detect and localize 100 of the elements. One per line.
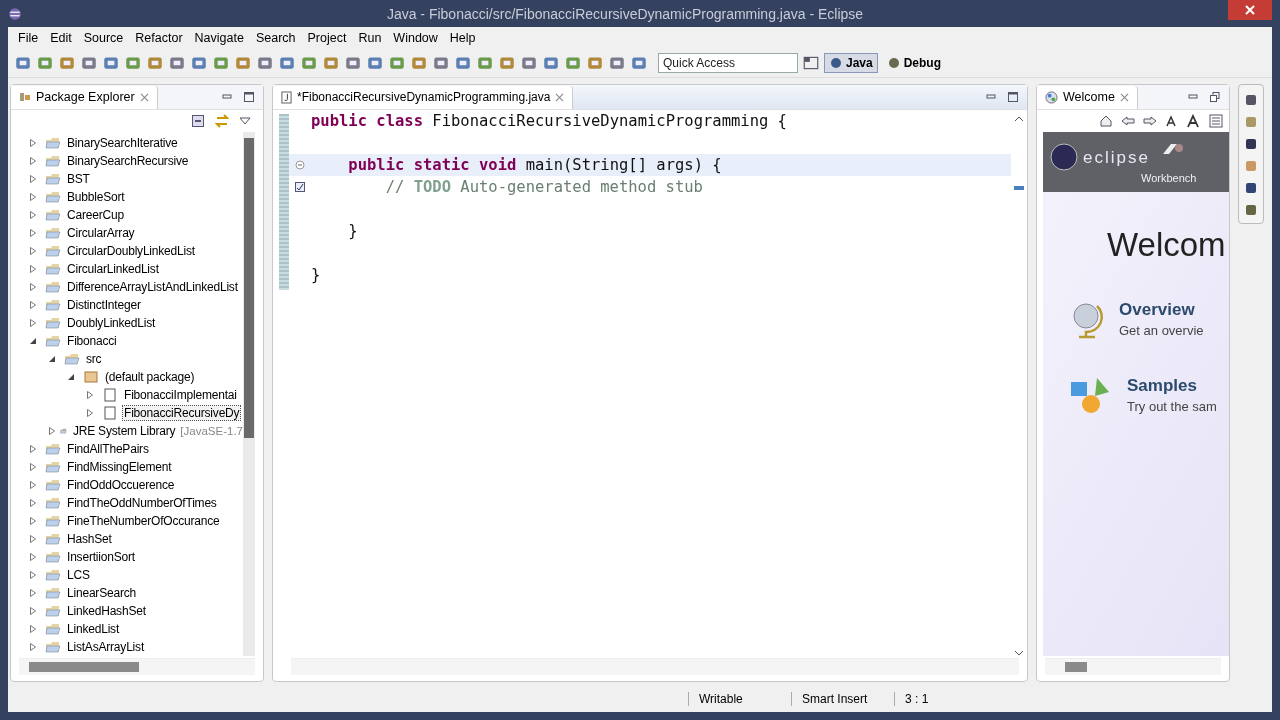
tree-item[interactable]: src: [84, 351, 104, 367]
menu-item[interactable]: Edit: [44, 31, 78, 45]
java-file-icon: [102, 406, 118, 420]
folder-icon: [45, 568, 61, 582]
tree-item[interactable]: BinarySearchIterative: [65, 135, 180, 151]
editor-tab[interactable]: *FibonacciRecursiveDynamicProgramming.java: [273, 85, 574, 109]
folder-icon: [45, 478, 61, 492]
code-line: public class FibonacciRecursiveDynamicProgramming {: [311, 112, 787, 130]
folder-icon: [45, 226, 61, 240]
scroll-up-icon[interactable]: [1014, 116, 1024, 122]
package-view-icon: [19, 91, 31, 103]
perspective-button[interactable]: Java: [824, 53, 878, 73]
workbench-icon: [1161, 142, 1185, 156]
tree-item[interactable]: LinkedList: [65, 621, 122, 637]
tree-item[interactable]: JRE System Library: [70, 423, 178, 439]
menu-item[interactable]: Run: [352, 31, 388, 45]
open-perspective-icon[interactable]: [802, 54, 820, 72]
welcome-icon: [1045, 90, 1058, 104]
welcome-description: Get an overvie: [1119, 323, 1204, 338]
folder-icon: [45, 136, 61, 150]
tree-item[interactable]: LCS: [65, 567, 92, 583]
close-icon[interactable]: [1119, 92, 1129, 102]
menu-item[interactable]: Search: [249, 31, 302, 45]
menu-item[interactable]: Window: [387, 31, 444, 45]
tree-item[interactable]: HashSet: [65, 531, 114, 547]
font-increase-icon[interactable]: [1187, 114, 1201, 128]
view-tab[interactable]: Package Explorer: [11, 85, 158, 109]
tree-item[interactable]: FineTheNumberOfOccurance: [65, 513, 222, 529]
tree-item[interactable]: DoublyLinkedList: [65, 315, 158, 331]
tree-item[interactable]: FindMissingElement: [65, 459, 174, 475]
folder-icon: [45, 208, 61, 222]
menu-item[interactable]: File: [12, 31, 45, 45]
task-marker[interactable]: [1014, 186, 1024, 190]
customize-icon[interactable]: [1209, 114, 1223, 128]
tree-item[interactable]: FindAllThePairs: [65, 441, 151, 457]
tree-item[interactable]: FindOddOccuerence: [65, 477, 177, 493]
java-file-icon: [102, 388, 118, 402]
menu-item[interactable]: Help: [443, 31, 482, 45]
menu-item[interactable]: Refactor: [129, 31, 189, 45]
tree-item[interactable]: DistinctInteger: [65, 297, 143, 313]
menu-item[interactable]: Project: [301, 31, 353, 45]
menu-item[interactable]: Source: [77, 31, 130, 45]
status-item: Writable: [688, 692, 791, 706]
folder-icon: [45, 316, 61, 330]
home-icon[interactable]: [1099, 114, 1113, 128]
tree-item[interactable]: (default package): [103, 369, 197, 385]
close-icon[interactable]: [139, 92, 149, 102]
folder-icon: [45, 334, 61, 348]
view-menu-icon[interactable]: [239, 117, 251, 125]
tree-item[interactable]: FibonacciRecursiveDy: [122, 405, 242, 421]
tree-item[interactable]: FibonacciImplementai: [122, 387, 239, 403]
tree-item[interactable]: ListAsArrayList: [65, 639, 147, 655]
tree-item[interactable]: CircularArray: [65, 225, 137, 241]
folder-icon: [45, 514, 61, 528]
view-tab[interactable]: Welcome: [1037, 85, 1138, 109]
horizontal-scrollbar[interactable]: [1045, 658, 1221, 675]
close-button[interactable]: [1228, 0, 1272, 20]
tree-item[interactable]: BubbleSort: [65, 189, 127, 205]
tree-item[interactable]: BinarySearchRecursive: [65, 153, 191, 169]
menu-item[interactable]: Navigate: [188, 31, 250, 45]
app-icon: [8, 6, 22, 21]
welcome-description: Try out the sam: [1127, 399, 1217, 414]
maximize-icon[interactable]: [1007, 91, 1019, 103]
welcome-link[interactable]: Samples: [1127, 376, 1217, 396]
folder-icon: [45, 586, 61, 600]
scroll-down-icon[interactable]: [1014, 650, 1024, 656]
close-icon[interactable]: [555, 92, 565, 102]
vertical-scrollbar[interactable]: [243, 132, 255, 656]
folder-icon: [45, 190, 61, 204]
font-decrease-icon[interactable]: [1165, 114, 1179, 128]
folder-icon: [45, 550, 61, 564]
folder-icon: [45, 460, 61, 474]
welcome-link[interactable]: Overview: [1119, 300, 1204, 320]
perspective-button[interactable]: Debug: [881, 53, 947, 73]
forward-arrow-icon[interactable]: [1143, 114, 1157, 128]
tree-item-detail: [JavaSE-1.7: [180, 425, 243, 437]
quick-access-field[interactable]: Quick Access: [658, 53, 798, 73]
tree-item[interactable]: CircularDoublyLinkedList: [65, 243, 197, 259]
horizontal-scrollbar[interactable]: [19, 658, 255, 675]
maximize-icon[interactable]: [243, 91, 255, 103]
tree-item[interactable]: CircularLinkedList: [65, 261, 161, 277]
folder-icon: [45, 622, 61, 636]
collapse-icon[interactable]: [295, 160, 305, 170]
tree-item[interactable]: DifferenceArrayListAndLinkedList: [65, 279, 240, 295]
perspective-icon: [829, 56, 843, 70]
expand-toggle[interactable]: [48, 427, 56, 435]
link-arrows-icon[interactable]: [215, 114, 229, 128]
tree-item[interactable]: CareerCup: [65, 207, 126, 223]
tree-item[interactable]: LinkedHashSet: [65, 603, 148, 619]
collapse-all-icon[interactable]: [191, 114, 205, 128]
window-title: Java - Fibonacci/src/FibonacciRecursiveDynamicProgramming.java - Eclipse: [385, 5, 865, 22]
tree-item[interactable]: Fibonacci: [65, 333, 119, 349]
code-line: public static void main(String[] args) {: [347, 156, 722, 174]
tree-item[interactable]: FindTheOddNumberOfTimes: [65, 495, 219, 511]
tree-item[interactable]: LinearSearch: [65, 585, 138, 601]
tree-item[interactable]: InsertiionSort: [65, 549, 137, 565]
tree-item[interactable]: BST: [65, 171, 92, 187]
banner-caption: Workbench: [1141, 172, 1197, 184]
folder-icon: [45, 280, 61, 294]
folder-icon: [45, 442, 61, 456]
